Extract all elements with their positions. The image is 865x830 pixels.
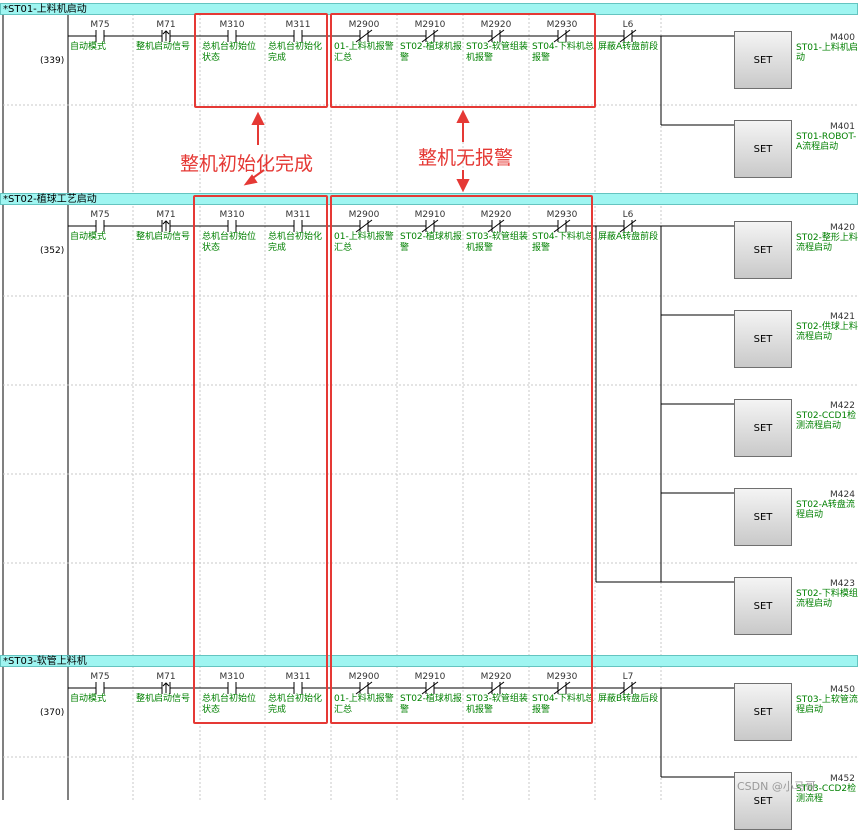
coil-device-M421[interactable]: M421 <box>795 312 855 322</box>
contact-symbol-no[interactable] <box>95 30 105 42</box>
contact-comment: 自动模式 <box>70 232 107 242</box>
coil-device-M423[interactable]: M423 <box>795 579 855 589</box>
step-number: (339) <box>40 56 65 66</box>
step-number: (370) <box>40 708 65 718</box>
contact-comment: 屏蔽B转盘后段 <box>598 694 659 704</box>
coil-comment: ST01-上料机启动 <box>796 43 858 63</box>
contact-comment: 整机启动信号 <box>136 232 191 242</box>
no-alarm-annotation: 整机无报警 <box>418 147 514 169</box>
coil-comment: ST02-CCD1检测流程启动 <box>796 411 857 431</box>
contact-symbol-no[interactable] <box>95 682 105 694</box>
set-instruction-M424[interactable]: SET <box>734 488 792 546</box>
set-instruction-M422[interactable]: SET <box>734 399 792 457</box>
coil-comment: ST02-下料模组流程启动 <box>796 589 858 609</box>
contact-comment: 自动模式 <box>70 42 107 52</box>
coil-comment: ST02-整形上料流程启动 <box>796 233 858 253</box>
contact-device-M75[interactable]: M75 <box>70 210 130 220</box>
set-instruction-M450[interactable]: SET <box>734 683 792 741</box>
contact-symbol-no[interactable] <box>95 220 105 232</box>
coil-device-M450[interactable]: M450 <box>795 685 855 695</box>
contact-symbol-pulse[interactable] <box>161 30 171 42</box>
coil-comment: ST03-上软管流程启动 <box>796 695 858 715</box>
coil-device-M401[interactable]: M401 <box>795 122 855 132</box>
contact-device-M71[interactable]: M71 <box>136 672 196 682</box>
contact-device-M75[interactable]: M75 <box>70 672 130 682</box>
set-instruction-M401[interactable]: SET <box>734 120 792 178</box>
contact-symbol-pulse[interactable] <box>161 220 171 232</box>
contact-comment: 整机启动信号 <box>136 42 191 52</box>
init-highlight-box-2 <box>193 195 328 724</box>
coil-comment: ST02-A转盘流程启动 <box>796 500 855 520</box>
coil-device-M400[interactable]: M400 <box>795 33 855 43</box>
contact-comment: 屏蔽A转盘前段 <box>598 232 659 242</box>
alarm-highlight-box-1 <box>330 13 596 108</box>
step-number: (352) <box>40 246 65 256</box>
coil-comment: ST02-供球上料流程启动 <box>796 322 858 342</box>
contact-device-L6[interactable]: L6 <box>598 20 658 30</box>
contact-device-L7[interactable]: L7 <box>598 672 658 682</box>
coil-device-M424[interactable]: M424 <box>795 490 855 500</box>
set-instruction-M421[interactable]: SET <box>734 310 792 368</box>
contact-device-L6[interactable]: L6 <box>598 210 658 220</box>
contact-device-M75[interactable]: M75 <box>70 20 130 30</box>
contact-device-M71[interactable]: M71 <box>136 20 196 30</box>
set-instruction-M420[interactable]: SET <box>734 221 792 279</box>
alarm-highlight-box-2 <box>330 195 593 724</box>
contact-comment: 屏蔽A转盘前段 <box>598 42 659 52</box>
contact-comment: 自动模式 <box>70 694 107 704</box>
coil-device-M422[interactable]: M422 <box>795 401 855 411</box>
set-instruction-M400[interactable]: SET <box>734 31 792 89</box>
contact-device-M71[interactable]: M71 <box>136 210 196 220</box>
coil-comment: ST01-ROBOT-A流程启动 <box>796 132 857 152</box>
init-highlight-box-1 <box>194 13 328 108</box>
contact-comment: 整机启动信号 <box>136 694 191 704</box>
contact-symbol-pulse[interactable] <box>161 682 171 694</box>
watermark: CSDN @小马哥 <box>737 780 816 793</box>
init-complete-annotation: 整机初始化完成 <box>180 153 314 175</box>
coil-device-M420[interactable]: M420 <box>795 223 855 233</box>
set-instruction-M423[interactable]: SET <box>734 577 792 635</box>
